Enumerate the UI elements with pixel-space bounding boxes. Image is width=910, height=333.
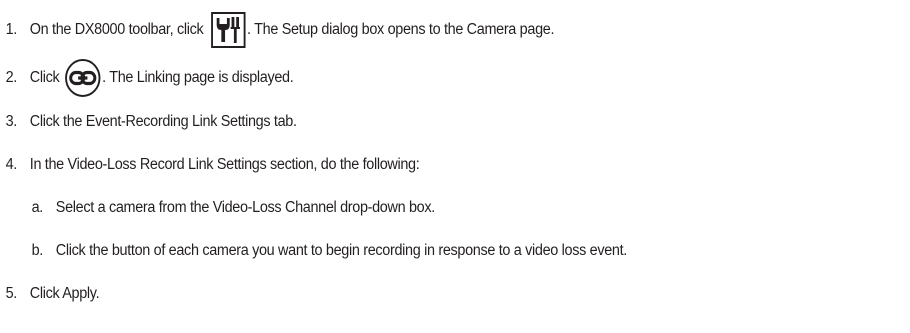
step-number: 2. <box>5 69 18 86</box>
step-text-continued: . The Setup dialog box opens to the Came… <box>247 21 555 38</box>
substep-text: Select a camera from the Video-Loss Chan… <box>55 199 435 216</box>
step-text: On the DX8000 toolbar, click <box>29 21 204 38</box>
step-2: 2. Click . The Linking page is displayed… <box>0 56 294 100</box>
step-number: 5. <box>5 285 18 302</box>
step-4: 4. In the Video-Loss Record Link Setting… <box>0 153 420 177</box>
step-5: 5. Click Apply. <box>0 282 100 306</box>
step-1: 1. On the DX8000 toolbar, click . The Se… <box>0 10 554 50</box>
substep-a: a. Select a camera from the Video-Loss C… <box>0 196 436 220</box>
step-text-continued: . The Linking page is displayed. <box>102 69 294 86</box>
step-number: 3. <box>5 113 18 130</box>
step-number: 1. <box>5 21 18 38</box>
step-text: Click <box>29 69 60 86</box>
instruction-steps: 1. On the DX8000 toolbar, click . The Se… <box>0 0 910 333</box>
substep-b: b. Click the button of each camera you w… <box>0 239 628 263</box>
wrench-screwdriver-icon <box>210 12 246 48</box>
substep-letter: a. <box>31 199 44 216</box>
step-3: 3. Click the Event-Recording Link Settin… <box>0 110 297 134</box>
step-text: In the Video-Loss Record Link Settings s… <box>29 156 420 173</box>
link-icon <box>64 59 101 97</box>
step-number: 4. <box>5 156 18 173</box>
step-text: Click the Event-Recording Link Settings … <box>29 113 297 130</box>
substep-letter: b. <box>31 242 44 259</box>
step-text: Click Apply. <box>29 285 100 302</box>
substep-text: Click the button of each camera you want… <box>55 242 628 259</box>
